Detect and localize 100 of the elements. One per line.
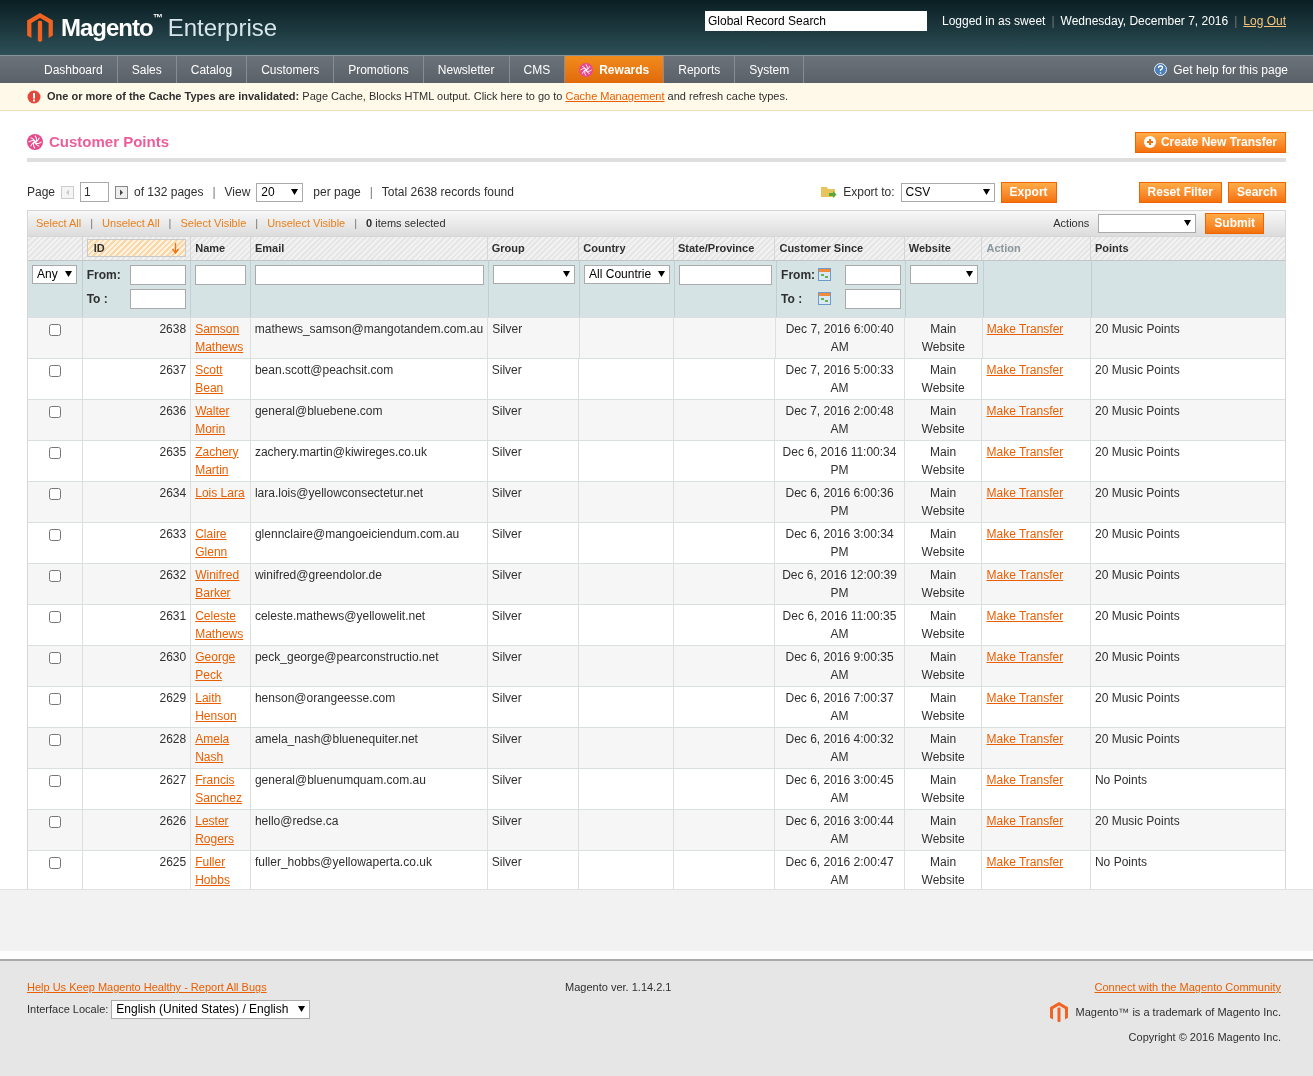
column-header[interactable]: Points [1094,239,1281,257]
row-checkbox[interactable] [48,651,61,664]
customer-since-cell: Dec 6, 2016 11:00:35 AM [782,608,897,641]
version-text: Magento ver. 1.14.2.1 [565,981,672,993]
make-transfer-link[interactable]: Make Transfer [986,362,1064,377]
country-select[interactable]: All Countrie [584,264,671,284]
massaction-link[interactable]: Unselect Visible [267,214,346,232]
make-transfer-link[interactable]: Make Transfer [986,567,1064,582]
customer-name-link[interactable]: Amela Nash [195,729,246,766]
column-header[interactable]: Group [491,239,575,257]
copyright-text: Copyright © 2016 Magento Inc. [1128,1029,1281,1045]
make-transfer-link[interactable]: Make Transfer [986,649,1064,664]
make-transfer-link[interactable]: Make Transfer [986,854,1064,869]
customer-name-link[interactable]: Walter Morin [195,401,246,438]
reset-filter-button[interactable]: Reset Filter [1138,181,1222,203]
customer-name-link[interactable]: Zachery Martin [195,442,246,479]
massaction-link[interactable]: Select Visible [180,214,247,232]
filter-field[interactable] [254,264,484,285]
filter-field[interactable] [194,264,246,285]
cache-management-link[interactable]: Cache Management [565,90,665,103]
column-header[interactable]: Website [908,239,978,257]
customer-name-link[interactable]: Claire Glenn [195,524,246,561]
row-checkbox[interactable] [48,528,61,541]
calendar-icon[interactable] [818,292,832,305]
filter-field[interactable] [845,264,902,285]
id-cell: 2626 [159,813,187,828]
page-field[interactable]: 1 [80,182,110,202]
massaction-link[interactable]: Unselect All [102,214,160,232]
customer-name-link[interactable]: George Peck [195,647,246,684]
customer-name-link[interactable]: Francis Sanchez [195,770,246,807]
actions-select[interactable] [1098,213,1197,233]
make-transfer-link[interactable]: Make Transfer [986,444,1064,459]
row-checkbox[interactable] [48,405,61,418]
massaction-link[interactable]: Select All [36,214,82,232]
customer-name-link[interactable]: Lester Rogers [195,811,246,848]
column-header[interactable]: Customer Since [779,239,900,257]
row-checkbox[interactable] [48,692,61,705]
customer-name-link[interactable]: Fuller Hobbs [195,852,246,889]
row-checkbox[interactable] [48,733,61,746]
make-transfer-link[interactable]: Make Transfer [986,321,1064,336]
filter-field[interactable] [679,264,773,285]
customer-name-link[interactable]: Scott Bean [195,360,246,397]
row-checkbox[interactable] [48,610,61,623]
global-search-field[interactable]: Global Record Search [705,10,927,31]
customer-name-link[interactable]: Winifred Barker [195,565,246,602]
dropdown-arrow-icon [982,189,990,195]
column-header[interactable]: ID [86,239,187,257]
make-transfer-link[interactable]: Make Transfer [986,813,1064,828]
page-title: Customer Points [49,132,169,152]
points-cell: 20 Music Points [1094,690,1180,705]
row-checkbox[interactable] [48,856,61,869]
row-checkbox[interactable] [48,446,61,459]
separator: | [1051,12,1055,30]
column-header[interactable]: Email [254,239,483,257]
customer-name-link[interactable]: Lois Lara [195,483,246,502]
column-header[interactable]: Name [195,239,246,257]
row-checkbox[interactable] [48,774,61,787]
export-format-select[interactable]: CSV [900,182,995,202]
website-select[interactable] [910,264,979,284]
make-transfer-link[interactable]: Make Transfer [986,608,1064,623]
row-checkbox[interactable] [48,569,61,582]
make-transfer-link[interactable]: Make Transfer [986,526,1064,541]
filter-field[interactable] [845,288,902,309]
community-link[interactable]: Connect with the Magento Community [1094,979,1281,996]
make-transfer-link[interactable]: Make Transfer [986,731,1064,746]
logout-link[interactable]: Log Out [1243,11,1286,30]
customer-name-link[interactable]: Samson Mathews [195,319,246,356]
any-select[interactable]: Any [32,264,77,284]
row-checkbox[interactable] [48,487,61,500]
customer-since-cell: Dec 7, 2016 6:00:40 AM [785,321,894,354]
make-transfer-link[interactable]: Make Transfer [986,772,1064,787]
website-cell: Main Website [921,649,965,682]
search-button[interactable]: Search [1227,181,1286,203]
website-cell: Main Website [921,526,965,559]
make-transfer-link[interactable]: Make Transfer [986,690,1064,705]
row-checkbox[interactable] [48,364,61,377]
customer-name-link[interactable]: Laith Henson [195,688,246,725]
make-transfer-link[interactable]: Make Transfer [986,403,1064,418]
submit-button[interactable]: Submit [1205,212,1264,234]
row-checkbox[interactable] [48,815,61,828]
filter-field[interactable] [129,288,186,309]
dropdown-arrow-icon [65,271,72,277]
help-link[interactable]: Get help for this page [1154,56,1288,83]
filter-field[interactable] [129,264,186,285]
column-header[interactable]: State/Province [677,239,771,257]
points-cell: No Points [1094,854,1147,869]
row-checkbox[interactable] [48,323,61,336]
column-header[interactable]: Country [583,239,669,257]
create-transfer-button[interactable]: Create New Transfer [1134,131,1286,153]
nav-tab[interactable]: Rewards [565,56,665,83]
report-bugs-link[interactable]: Help Us Keep Magento Healthy - Report All Bugs [27,979,267,996]
customer-name-link[interactable]: Celeste Mathews [195,606,246,643]
make-transfer-link[interactable]: Make Transfer [986,485,1064,500]
next-page-icon[interactable] [115,185,129,199]
export-button[interactable]: Export [1000,181,1057,203]
calendar-icon[interactable] [818,268,832,281]
website-cell: Main Website [921,321,965,354]
locale-select[interactable]: English (United States) / English [111,999,311,1019]
per-page-select[interactable]: 20 [256,182,304,202]
group-select[interactable] [492,264,575,284]
